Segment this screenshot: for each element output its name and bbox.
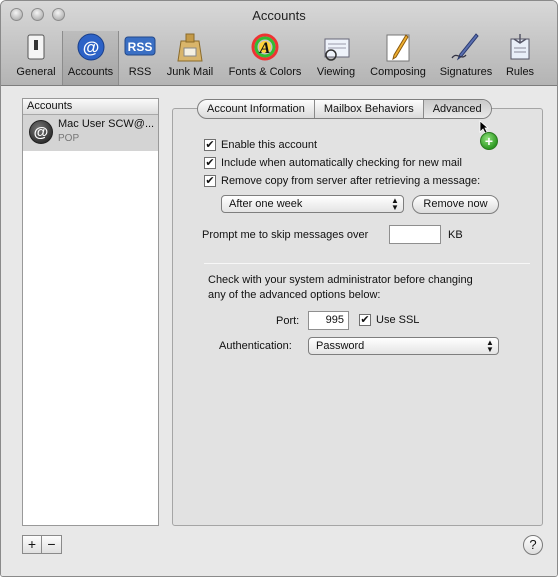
plus-badge-icon: + xyxy=(480,132,498,150)
preferences-window: Accounts General @ Accounts RSS RSS Junk… xyxy=(0,0,558,577)
remove-copy-label: Remove copy from server after retrieving… xyxy=(221,175,481,187)
toolbar-rules[interactable]: Rules xyxy=(501,31,539,85)
authentication-label: Authentication: xyxy=(219,340,292,352)
admin-note-line1: Check with your system administrator bef… xyxy=(208,274,473,286)
junk-mail-bag-icon xyxy=(173,31,207,63)
rss-icon: RSS xyxy=(123,31,157,63)
tab-bar: Account Information Mailbox Behaviors Ad… xyxy=(197,99,492,119)
remove-after-value: After one week xyxy=(229,198,303,210)
account-type: POP xyxy=(58,133,80,144)
authentication-popup[interactable]: Password ▲ ▼ xyxy=(308,337,499,355)
font-colors-icon: A xyxy=(248,31,282,63)
toolbar-label: Rules xyxy=(505,66,535,78)
toolbar-label: RSS xyxy=(128,66,152,78)
help-button[interactable]: ? xyxy=(523,535,543,555)
toolbar-general[interactable]: General xyxy=(11,31,61,85)
include-check-label: Include when automatically checking for … xyxy=(221,157,462,169)
toolbar-viewing[interactable]: Viewing xyxy=(313,31,359,85)
enable-account-checkbox[interactable]: ✔ xyxy=(204,139,216,151)
at-sign-icon: @ xyxy=(29,120,53,144)
toolbar-label: General xyxy=(16,66,56,78)
remove-after-popup[interactable]: After one week ▲ ▼ xyxy=(221,195,404,213)
at-sign-icon: @ xyxy=(74,31,108,63)
toolbar-label: Viewing xyxy=(316,66,356,78)
accounts-list-header: Accounts xyxy=(23,99,158,115)
switch-icon xyxy=(19,31,53,63)
tab-account-information[interactable]: Account Information xyxy=(198,100,314,118)
toolbar-rss[interactable]: RSS RSS xyxy=(121,31,159,85)
rules-icon xyxy=(503,31,537,63)
tab-advanced[interactable]: Advanced xyxy=(422,100,491,118)
composing-pencil-icon xyxy=(381,31,415,63)
svg-text:@: @ xyxy=(82,38,99,57)
accounts-list[interactable]: Accounts @ Mac User SCW@... POP xyxy=(22,98,159,526)
skip-unit-label: KB xyxy=(448,229,463,241)
remove-copy-checkbox[interactable]: ✔ xyxy=(204,175,216,187)
account-name: Mac User SCW@... xyxy=(58,118,155,130)
svg-text:RSS: RSS xyxy=(128,40,153,54)
divider xyxy=(204,263,530,264)
include-check-row[interactable]: ✔ Include when automatically checking fo… xyxy=(204,156,462,170)
enable-account-label: Enable this account xyxy=(221,139,318,151)
window-title: Accounts xyxy=(252,8,306,23)
enable-account-row[interactable]: ✔ Enable this account xyxy=(204,138,317,152)
viewing-icon xyxy=(319,31,353,63)
toolbar-junk-mail[interactable]: Junk Mail xyxy=(163,31,217,85)
port-label: Port: xyxy=(276,315,300,327)
port-input[interactable]: 995 xyxy=(308,311,349,330)
account-add-remove: + − xyxy=(22,535,62,554)
titlebar: Accounts General @ Accounts RSS RSS Junk… xyxy=(1,1,557,86)
toolbar-accounts[interactable]: @ Accounts xyxy=(62,31,119,85)
use-ssl-row[interactable]: ✔ Use SSL xyxy=(359,313,419,327)
svg-text:A: A xyxy=(259,40,271,57)
remove-now-button[interactable]: Remove now xyxy=(412,195,499,214)
toolbar-signatures[interactable]: Signatures xyxy=(435,31,497,85)
add-account-button[interactable]: + xyxy=(22,535,42,554)
tab-mailbox-behaviors[interactable]: Mailbox Behaviors xyxy=(313,100,423,118)
tab-panel xyxy=(172,108,543,526)
use-ssl-checkbox[interactable]: ✔ xyxy=(359,314,371,326)
skip-prompt-label: Prompt me to skip messages over xyxy=(202,229,369,241)
signature-pen-icon xyxy=(449,31,483,63)
popup-arrows-icon: ▲ ▼ xyxy=(486,338,494,354)
toolbar-fonts-colors[interactable]: A Fonts & Colors xyxy=(223,31,307,85)
toolbar-label: Fonts & Colors xyxy=(228,66,302,78)
account-row[interactable]: @ Mac User SCW@... POP xyxy=(23,115,158,151)
preferences-content: Accounts @ Mac User SCW@... POP + − ? Ac… xyxy=(1,87,557,576)
admin-note-line2: any of the advanced options below: xyxy=(208,289,381,301)
skip-size-input[interactable] xyxy=(389,225,441,244)
toolbar-label: Junk Mail xyxy=(166,66,214,78)
use-ssl-label: Use SSL xyxy=(376,314,420,326)
authentication-value: Password xyxy=(316,340,365,352)
toolbar-composing[interactable]: Composing xyxy=(365,31,431,85)
toolbar-label: Signatures xyxy=(439,66,493,78)
remove-account-button[interactable]: − xyxy=(42,535,62,554)
include-check-checkbox[interactable]: ✔ xyxy=(204,157,216,169)
toolbar-label: Accounts xyxy=(67,66,114,78)
toolbar-label: Composing xyxy=(370,66,426,78)
popup-arrows-icon: ▲ ▼ xyxy=(391,196,399,212)
remove-copy-row[interactable]: ✔ Remove copy from server after retrievi… xyxy=(204,174,480,188)
